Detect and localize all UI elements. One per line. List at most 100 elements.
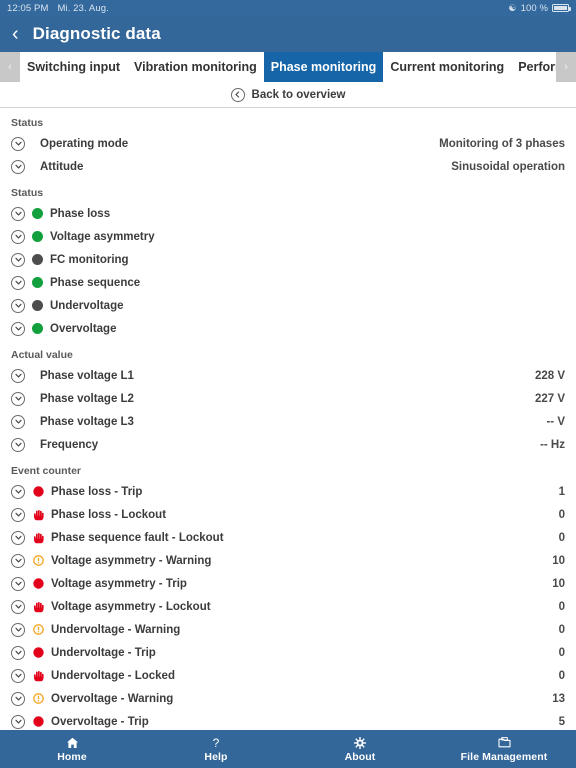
trip-red-circle-icon bbox=[32, 715, 45, 728]
row-label: Overvoltage bbox=[50, 322, 117, 335]
row-value: -- Hz bbox=[540, 438, 565, 451]
data-row[interactable]: Phase loss - Lockout 0 bbox=[11, 503, 565, 526]
data-row[interactable]: Frequency -- Hz bbox=[11, 433, 565, 456]
row-label: Phase sequence bbox=[50, 276, 141, 289]
lockout-stop-hand-icon bbox=[32, 531, 45, 544]
nav-item-about[interactable]: About bbox=[288, 730, 432, 768]
circle-chevron-down-icon[interactable] bbox=[11, 507, 25, 522]
back-to-overview-button[interactable]: Back to overview bbox=[0, 82, 576, 108]
circle-chevron-down-icon[interactable] bbox=[11, 645, 25, 660]
circle-chevron-down-icon[interactable] bbox=[11, 414, 25, 429]
app-screen: 12:05 PM Mi. 23. Aug. ☯ 100 % ‹ Diagnost… bbox=[0, 0, 576, 768]
data-row[interactable]: Overvoltage - Warning 13 bbox=[11, 687, 565, 710]
nav-item-file-management[interactable]: File Management bbox=[432, 730, 576, 768]
data-row[interactable]: Undervoltage bbox=[11, 294, 565, 317]
data-row[interactable]: Undervoltage - Warning 0 bbox=[11, 618, 565, 641]
row-value: 227 V bbox=[534, 392, 565, 405]
data-row[interactable]: Phase voltage L1 228 V bbox=[11, 364, 565, 387]
data-row[interactable]: Voltage asymmetry bbox=[11, 225, 565, 248]
data-row[interactable]: Phase sequence fault - Lockout 0 bbox=[11, 526, 565, 549]
row-label: Voltage asymmetry - Warning bbox=[51, 554, 212, 567]
row-value: 228 V bbox=[534, 369, 565, 382]
nav-label: About bbox=[344, 750, 376, 763]
row-label: Undervoltage - Locked bbox=[51, 669, 175, 682]
circle-chevron-down-icon[interactable] bbox=[11, 229, 25, 244]
row-label: Phase loss - Trip bbox=[51, 485, 143, 498]
circle-chevron-down-icon[interactable] bbox=[11, 252, 25, 267]
row-label: FC monitoring bbox=[50, 253, 129, 266]
status-dot-ok bbox=[32, 231, 43, 242]
circle-chevron-down-icon[interactable] bbox=[11, 622, 25, 637]
folder-icon bbox=[497, 736, 511, 750]
data-row[interactable]: Phase voltage L3 -- V bbox=[11, 410, 565, 433]
tab-label: Phase monitoring bbox=[270, 60, 377, 74]
status-dot-inactive bbox=[32, 300, 43, 311]
tab-scroll-right-icon[interactable]: › bbox=[556, 52, 576, 82]
back-to-overview-label: Back to overview bbox=[251, 88, 346, 101]
circle-chevron-down-icon[interactable] bbox=[11, 553, 25, 568]
lockout-stop-hand-icon bbox=[32, 508, 45, 521]
os-status-bar: 12:05 PM Mi. 23. Aug. ☯ 100 % bbox=[0, 0, 576, 16]
nav-item-help[interactable]: ? Help bbox=[144, 730, 288, 768]
row-value: 1 bbox=[558, 485, 565, 498]
main-content[interactable]: Status Operating mode Monitoring of 3 phas… bbox=[0, 108, 576, 730]
row-label: Voltage asymmetry - Lockout bbox=[51, 600, 211, 613]
nav-label: Help bbox=[204, 750, 228, 763]
circle-chevron-down-icon[interactable] bbox=[11, 599, 25, 614]
tab-label: Performance bbox=[518, 60, 556, 74]
circle-chevron-down-icon[interactable] bbox=[11, 714, 25, 729]
data-row[interactable]: Overvoltage - Trip 5 bbox=[11, 710, 565, 730]
data-row[interactable]: Overvoltage bbox=[11, 317, 565, 340]
nav-item-home[interactable]: Home bbox=[0, 730, 144, 768]
circle-chevron-down-icon[interactable] bbox=[11, 530, 25, 545]
data-row[interactable]: Undervoltage - Locked 0 bbox=[11, 664, 565, 687]
circle-chevron-down-icon[interactable] bbox=[11, 391, 25, 406]
data-row[interactable]: Phase loss - Trip 1 bbox=[11, 480, 565, 503]
tab-current-monitoring[interactable]: Current monitoring bbox=[383, 52, 511, 82]
data-row[interactable]: Phase sequence bbox=[11, 271, 565, 294]
circle-chevron-down-icon[interactable] bbox=[11, 668, 25, 683]
circle-chevron-down-icon[interactable] bbox=[11, 298, 25, 313]
data-row[interactable]: Phase voltage L2 227 V bbox=[11, 387, 565, 410]
circle-chevron-down-icon[interactable] bbox=[11, 206, 25, 221]
back-chevron-icon[interactable]: ‹ bbox=[12, 24, 19, 44]
data-row[interactable]: Undervoltage - Trip 0 bbox=[11, 641, 565, 664]
data-row[interactable]: Operating mode Monitoring of 3 phases bbox=[11, 132, 565, 155]
warning-exclamation-icon bbox=[32, 692, 45, 705]
data-row[interactable]: Phase loss bbox=[11, 202, 565, 225]
tab-switching-input[interactable]: Switching input bbox=[20, 52, 127, 82]
row-label: Overvoltage - Warning bbox=[51, 692, 174, 705]
circle-chevron-down-icon[interactable] bbox=[11, 275, 25, 290]
data-row[interactable]: Attitude Sinusoidal operation bbox=[11, 155, 565, 178]
data-row[interactable]: FC monitoring bbox=[11, 248, 565, 271]
circle-chevron-down-icon[interactable] bbox=[11, 576, 25, 591]
gear-icon bbox=[354, 736, 366, 750]
row-value: Monitoring of 3 phases bbox=[439, 137, 565, 150]
tab-phase-monitoring[interactable]: Phase monitoring bbox=[263, 52, 384, 82]
circle-chevron-down-icon[interactable] bbox=[11, 437, 25, 452]
tab-vibration-monitoring[interactable]: Vibration monitoring bbox=[127, 52, 264, 82]
row-label: Undervoltage bbox=[50, 299, 124, 312]
row-label: Undervoltage - Warning bbox=[51, 623, 181, 636]
circle-chevron-down-icon[interactable] bbox=[11, 368, 25, 383]
circle-chevron-down-icon[interactable] bbox=[11, 484, 25, 499]
data-row[interactable]: Voltage asymmetry - Lockout 0 bbox=[11, 595, 565, 618]
row-label: Frequency bbox=[40, 438, 99, 451]
data-row[interactable]: Voltage asymmetry - Warning 10 bbox=[11, 549, 565, 572]
circle-chevron-down-icon[interactable] bbox=[11, 136, 25, 151]
status-dot-ok bbox=[32, 208, 43, 219]
row-label: Phase loss bbox=[50, 207, 111, 220]
tab-performance[interactable]: Performance bbox=[511, 52, 556, 82]
data-row[interactable]: Voltage asymmetry - Trip 10 bbox=[11, 572, 565, 595]
circle-chevron-down-icon[interactable] bbox=[11, 159, 25, 174]
tab-scroll-left-icon[interactable]: ‹ bbox=[0, 52, 20, 82]
row-label: Voltage asymmetry - Trip bbox=[51, 577, 187, 590]
row-label: Phase voltage L3 bbox=[40, 415, 134, 428]
row-label: Attitude bbox=[40, 160, 84, 173]
warning-exclamation-icon bbox=[32, 623, 45, 636]
battery-percent-label: 100 % bbox=[520, 2, 548, 14]
section-title: Status bbox=[11, 187, 44, 199]
nav-label: Home bbox=[57, 750, 87, 763]
circle-chevron-down-icon[interactable] bbox=[11, 321, 25, 336]
circle-chevron-down-icon[interactable] bbox=[11, 691, 25, 706]
